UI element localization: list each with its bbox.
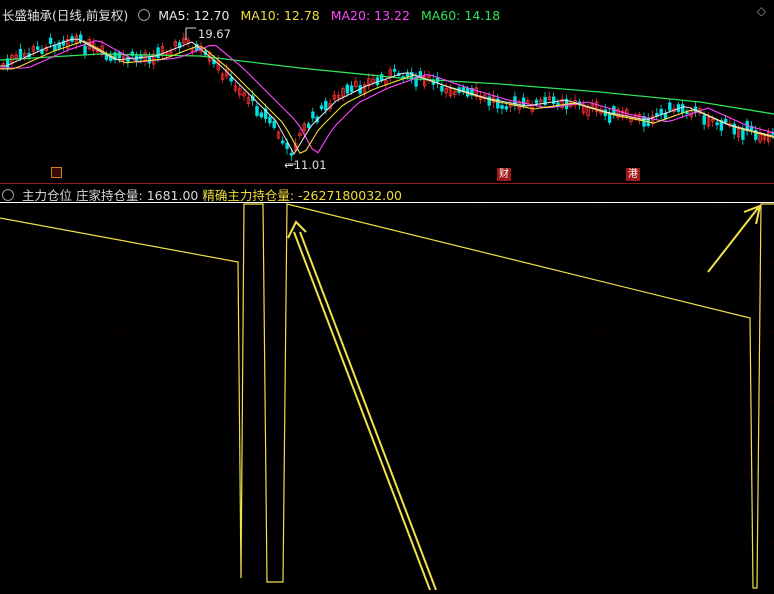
candle-body <box>259 112 263 118</box>
ma60-label: MA60: <box>420 8 461 23</box>
ma10-value: 12.78 <box>283 8 320 23</box>
candle-body <box>48 37 53 44</box>
candle-body <box>306 123 311 129</box>
candle-body <box>324 100 328 111</box>
ma5-value: 12.70 <box>193 8 230 23</box>
ma10-label: MA10: <box>240 8 280 23</box>
candle-body <box>504 106 509 110</box>
candle-body <box>268 116 272 124</box>
ma60-value: 14.18 <box>464 8 501 23</box>
candle-body <box>281 140 285 144</box>
candle-body <box>440 86 444 92</box>
arrow-head <box>287 220 307 239</box>
low-price-label: ←11.01 <box>284 158 327 172</box>
candlestick-chart[interactable] <box>0 26 774 184</box>
event-tag-finance[interactable]: 财 <box>497 168 511 181</box>
candle-body <box>500 105 504 109</box>
indicator-title[interactable]: 主力仓位 <box>22 188 72 203</box>
candle-body <box>715 122 719 126</box>
chart-header: 长盛轴承(日线,前复权) MA5: 12.70 MA10: 12.78 MA20… <box>0 0 774 26</box>
candle-body <box>349 85 354 92</box>
holding-value: 1681.00 <box>146 188 199 203</box>
candle-body <box>255 106 259 116</box>
candle-body <box>126 56 130 63</box>
panel-menu-diamond-icon[interactable]: ◇ <box>757 4 766 18</box>
candle-body <box>534 99 539 104</box>
annotation-arrow <box>299 231 437 591</box>
ma20-label: MA20: <box>330 8 371 23</box>
event-tag-hk[interactable]: 港 <box>626 168 640 181</box>
candle-body <box>418 71 423 77</box>
candle-body <box>345 84 349 94</box>
candle-body <box>272 120 276 128</box>
candle-body <box>681 104 685 113</box>
holding-label: 庄家持仓量: <box>75 188 143 203</box>
candle-body <box>117 52 122 59</box>
candle-body <box>663 113 668 120</box>
candle-body <box>741 129 745 140</box>
candle-body <box>36 46 40 50</box>
low-price-value: 11.01 <box>293 158 327 172</box>
indicator-settings-icon[interactable] <box>2 189 14 201</box>
ma5-label: MA5: <box>158 8 190 23</box>
candle-body <box>659 108 663 115</box>
indicator-header: 主力仓位 庄家持仓量: 1681.00 精确主力持仓量: -2627180032… <box>0 184 774 203</box>
candle-body <box>229 77 233 82</box>
candle-body <box>392 68 397 72</box>
ma-settings-icon[interactable] <box>138 9 151 21</box>
candle-body <box>607 113 612 123</box>
candle-body <box>668 102 672 111</box>
candle-body <box>724 118 728 123</box>
event-marker-icon[interactable] <box>51 167 62 178</box>
ma20-value: 13.22 <box>374 8 410 23</box>
high-price-label: 19.67 <box>198 27 231 41</box>
stock-name[interactable]: 长盛轴承 <box>2 8 52 23</box>
indicator-chart-panel[interactable] <box>0 202 774 591</box>
chart-mode[interactable]: (日线,前复权) <box>52 8 128 23</box>
annotation-arrow <box>293 231 431 591</box>
candle-body <box>311 111 315 119</box>
indicator-chart[interactable] <box>0 202 774 591</box>
candle-body <box>18 48 23 60</box>
precise-holding-label: 精确主力持仓量: <box>202 188 295 203</box>
candle-body <box>702 115 706 125</box>
candle-body <box>289 152 294 156</box>
candle-body <box>156 47 160 59</box>
candle-body <box>552 96 556 105</box>
precise-holding-value: -2627180032.00 <box>298 188 402 203</box>
candle-body <box>319 105 324 110</box>
price-chart-panel[interactable]: 19.67 ←11.01 财 港 <box>0 26 774 184</box>
candle-body <box>83 45 87 56</box>
